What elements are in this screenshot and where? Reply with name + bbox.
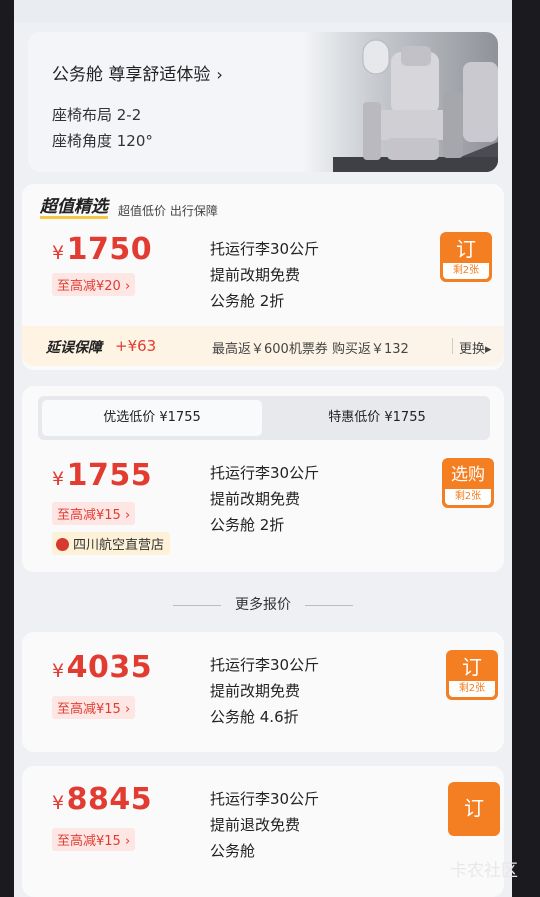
cabin-title[interactable]: 公务舱 尊享舒适体验 ›	[52, 60, 223, 85]
feature-change: 提前改期免费	[210, 682, 301, 700]
currency-symbol: ¥	[52, 792, 65, 814]
cabin-banner[interactable]: 公务舱 尊享舒适体验 › 座椅布局 2-2 座椅角度 120°	[28, 32, 498, 172]
featured-title: 超值精选	[40, 197, 108, 219]
price-value: 1755	[66, 458, 153, 493]
price-tabs: 优选低价 ¥1755 特惠低价 ¥1755	[38, 396, 490, 440]
change-button[interactable]: 更换▸	[459, 338, 492, 357]
more-offers-divider: 更多报价	[14, 594, 512, 614]
feature-baggage: 托运行李30公斤	[210, 790, 320, 808]
feature-change: 提前改期免费	[210, 266, 301, 284]
watermark: 卡农社区	[450, 861, 518, 881]
book-button-label: 订	[456, 237, 476, 261]
remaining-tickets: 剩2张	[449, 681, 495, 697]
top-strip	[14, 0, 512, 22]
select-buy-button[interactable]: 选购 剩2张	[442, 458, 494, 508]
featured-header: 超值精选 超值低价 出行保障	[40, 198, 218, 219]
feature-cabin: 公务舱 2折	[210, 516, 285, 534]
book-button[interactable]: 订 剩2张	[440, 232, 492, 282]
airline-store-badge[interactable]: 四川航空直营店	[52, 532, 171, 555]
divider-line	[173, 604, 221, 606]
delay-price: +¥63	[115, 337, 157, 355]
price: ¥8845	[52, 782, 152, 817]
currency-symbol: ¥	[52, 242, 65, 264]
offer-card-preferred[interactable]: 优选低价 ¥1755 特惠低价 ¥1755 ¥1755 至高减¥15 › 四川航…	[22, 386, 504, 572]
price-value: 8845	[66, 782, 153, 817]
price: ¥4035	[52, 650, 152, 685]
discount-badge[interactable]: 至高减¥15 ›	[52, 828, 136, 851]
feature-cabin: 公务舱 2折	[210, 292, 285, 310]
price-value: 4035	[66, 650, 153, 685]
store-name: 四川航空直营店	[73, 538, 165, 553]
feature-cabin: 公务舱	[210, 842, 256, 860]
featured-subtitle: 超值低价 出行保障	[118, 204, 218, 218]
seat-angle: 座椅角度 120°	[52, 132, 153, 150]
discount-badge[interactable]: 至高减¥20 ›	[52, 273, 136, 296]
book-button-label: 订	[464, 796, 484, 820]
offer-card-featured[interactable]: 超值精选 超值低价 出行保障 ¥1750 至高减¥20 › 托运行李30公斤 提…	[22, 184, 504, 370]
divider	[452, 338, 453, 354]
tab-preferred-low-price[interactable]: 优选低价 ¥1755	[42, 400, 262, 436]
feature-baggage: 托运行李30公斤	[210, 656, 320, 674]
business-seat-image	[303, 32, 498, 172]
chevron-right-icon: ›	[216, 65, 223, 84]
tab-special-low-price[interactable]: 特惠低价 ¥1755	[268, 400, 486, 436]
offer-card[interactable]: ¥4035 至高减¥15 › 托运行李30公斤 提前改期免费 公务舱 4.6折 …	[22, 632, 504, 752]
remaining-tickets: 剩2张	[443, 263, 489, 279]
price-value: 1750	[66, 232, 153, 267]
select-buy-label: 选购	[451, 465, 485, 485]
delay-protection-bar[interactable]: 延误保障 +¥63 最高返￥600机票券 购买返￥132 更换▸	[22, 326, 504, 366]
feature-cabin: 公务舱 4.6折	[210, 708, 299, 726]
feature-refund: 提前退改免费	[210, 816, 301, 834]
feature-change: 提前改期免费	[210, 490, 301, 508]
cabin-title-text: 公务舱 尊享舒适体验	[52, 65, 211, 85]
book-button[interactable]: 订 剩2张	[446, 650, 498, 700]
feature-baggage: 托运行李30公斤	[210, 240, 320, 258]
more-offers-label: 更多报价	[235, 597, 291, 613]
currency-symbol: ¥	[52, 468, 65, 490]
remaining-tickets: 剩2张	[445, 489, 491, 505]
discount-badge[interactable]: 至高减¥15 ›	[52, 696, 136, 719]
currency-symbol: ¥	[52, 660, 65, 682]
screen: 公务舱 尊享舒适体验 › 座椅布局 2-2 座椅角度 120° 超值精选 超值低…	[14, 0, 512, 897]
delay-description: 最高返￥600机票券 购买返￥132	[212, 342, 409, 357]
delay-title: 延误保障	[46, 340, 102, 356]
airline-logo-icon	[56, 538, 69, 551]
divider-line	[305, 604, 353, 606]
feature-baggage: 托运行李30公斤	[210, 464, 320, 482]
seat-layout: 座椅布局 2-2	[52, 106, 142, 124]
offer-card[interactable]: ¥8845 至高减¥15 › 托运行李30公斤 提前退改免费 公务舱 订	[22, 766, 504, 897]
price: ¥1755	[52, 458, 152, 493]
book-button[interactable]: 订	[448, 782, 500, 836]
discount-badge[interactable]: 至高减¥15 ›	[52, 502, 136, 525]
price: ¥1750	[52, 232, 152, 267]
book-button-label: 订	[462, 655, 482, 679]
